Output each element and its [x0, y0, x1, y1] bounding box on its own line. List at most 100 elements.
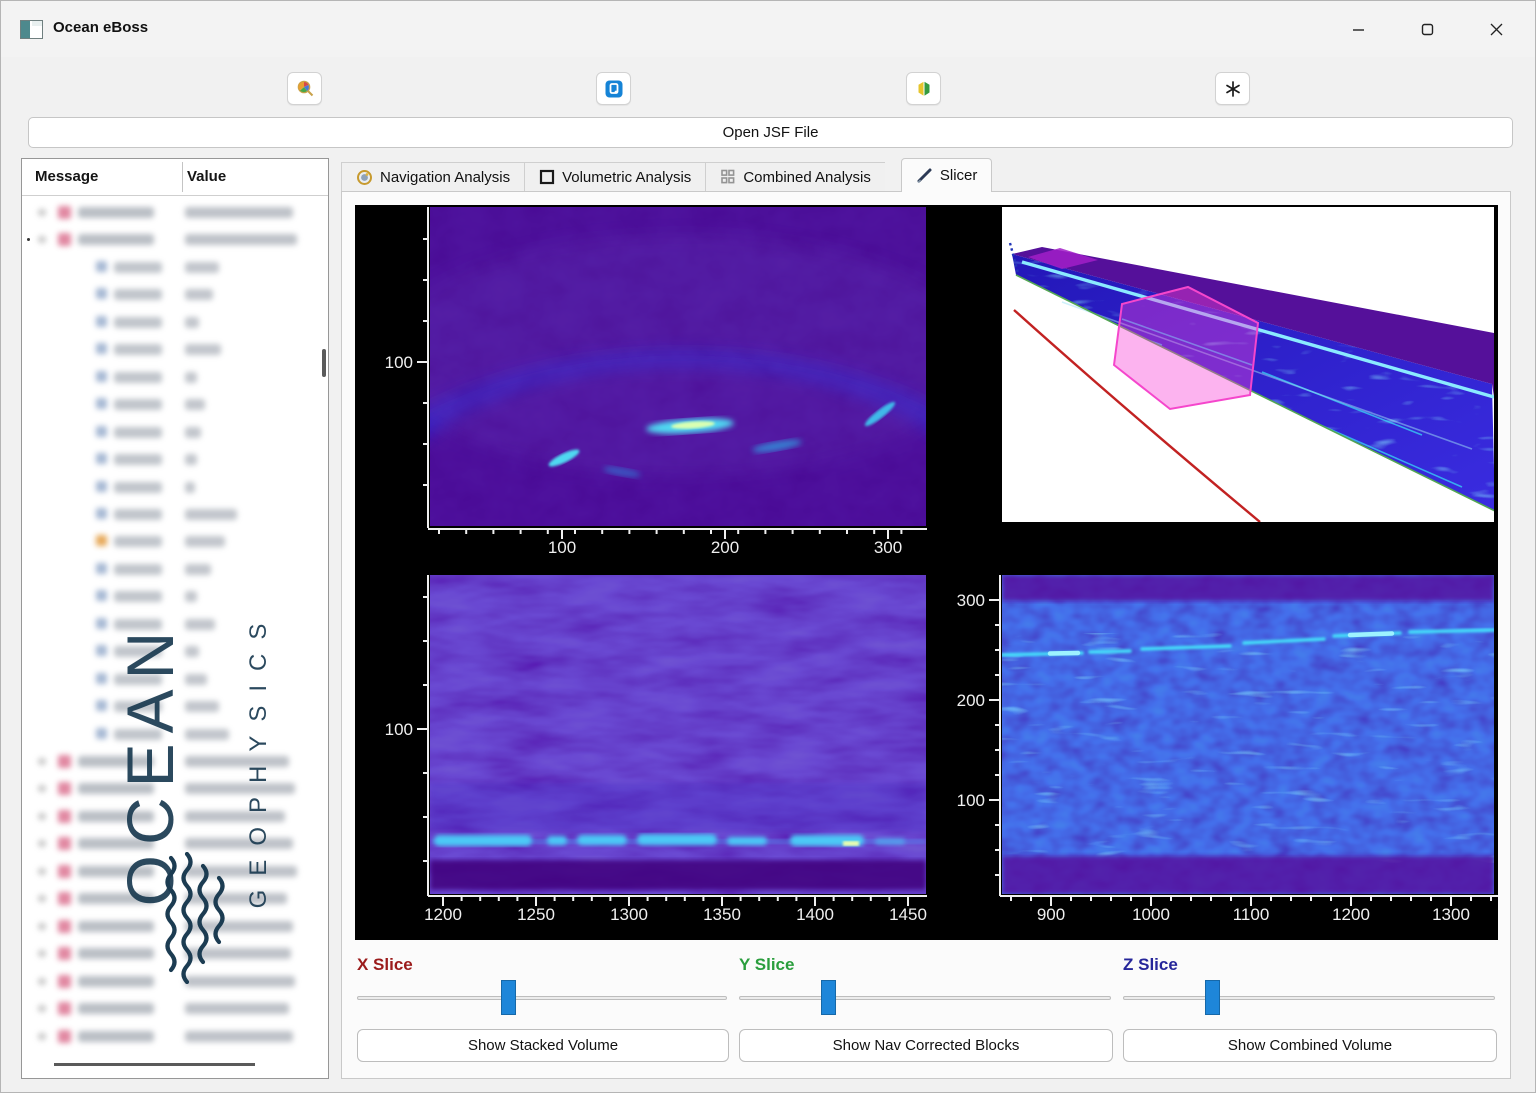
tab-combined-analysis[interactable]: Combined Analysis: [705, 162, 885, 192]
message-row-redacted[interactable]: [22, 858, 312, 885]
tab-label: Combined Analysis: [743, 169, 871, 186]
message-row-redacted[interactable]: [22, 199, 312, 226]
svg-text:100: 100: [385, 720, 413, 739]
application-window: Ocean eBoss: [0, 0, 1536, 1093]
svg-text:1200: 1200: [1332, 905, 1370, 924]
blue-document-button[interactable]: [596, 72, 631, 105]
message-row-redacted[interactable]: [22, 556, 312, 583]
slice-slider-track-z[interactable]: [1123, 996, 1495, 1000]
slice-slider-handle-x[interactable]: [501, 980, 516, 1015]
column-divider[interactable]: [182, 162, 183, 192]
asterisk-icon: [1224, 80, 1242, 98]
message-row-redacted[interactable]: [22, 254, 312, 281]
message-row-redacted[interactable]: [22, 391, 312, 418]
message-row-redacted[interactable]: [22, 1023, 312, 1050]
message-row-redacted[interactable]: [22, 446, 312, 473]
message-row-redacted[interactable]: [22, 748, 312, 775]
message-row-redacted[interactable]: [22, 638, 312, 665]
slice-label-x: X Slice: [357, 955, 413, 975]
svg-text:1350: 1350: [703, 905, 741, 924]
window-title: Ocean eBoss: [53, 19, 148, 36]
message-row-redacted[interactable]: [22, 775, 312, 802]
message-row-redacted[interactable]: [22, 885, 312, 912]
volume-3d-view[interactable]: [1002, 207, 1494, 522]
svg-text:100: 100: [385, 353, 413, 372]
title-bar: Ocean eBoss: [1, 1, 1535, 57]
svg-text:200: 200: [711, 538, 739, 557]
message-row-redacted[interactable]: [22, 583, 312, 610]
slice-slider-track-x[interactable]: [357, 996, 727, 1000]
blue-document-icon: [604, 79, 624, 99]
z-slice-plot[interactable]: 3002001009001000110012001300: [932, 573, 1498, 940]
svg-text:1450: 1450: [889, 905, 927, 924]
tab-navigation-analysis[interactable]: Navigation Analysis: [341, 162, 524, 192]
svg-text:1300: 1300: [610, 905, 648, 924]
message-row-redacted[interactable]: [22, 721, 312, 748]
color-search-button[interactable]: [287, 72, 322, 105]
analysis-tab-bar: Navigation Analysis Volumetric Analysis Co…: [341, 159, 992, 192]
message-row-redacted[interactable]: [22, 501, 312, 528]
beginner-mark-icon: [914, 79, 934, 99]
message-row-redacted[interactable]: [22, 364, 312, 391]
vertical-scrollbar-thumb[interactable]: [322, 349, 326, 377]
show-nav-corrected-blocks-button[interactable]: Show Nav Corrected Blocks: [739, 1029, 1113, 1062]
show-stacked-volume-button[interactable]: Show Stacked Volume: [357, 1029, 729, 1062]
column-header-value[interactable]: Value: [187, 168, 226, 185]
column-header-message[interactable]: Message: [35, 168, 98, 185]
message-row-redacted[interactable]: [22, 693, 312, 720]
message-row-redacted[interactable]: [22, 336, 312, 363]
show-combined-volume-button[interactable]: Show Combined Volume: [1123, 1029, 1497, 1062]
message-row-redacted[interactable]: [22, 940, 312, 967]
message-row-redacted[interactable]: [22, 309, 312, 336]
compass-icon: [356, 169, 373, 186]
message-row-redacted[interactable]: [22, 995, 312, 1022]
slice-slider-handle-z[interactable]: [1205, 980, 1220, 1015]
tab-label: Slicer: [940, 167, 978, 184]
slice-label-z: Z Slice: [1123, 955, 1178, 975]
svg-text:1000: 1000: [1132, 905, 1170, 924]
blocks-icon: [720, 169, 736, 185]
beam-slice-plot[interactable]: 100 100 200 300: [355, 205, 932, 573]
close-icon[interactable]: [1481, 15, 1511, 43]
svg-text:300: 300: [957, 591, 985, 610]
slice-plots-container: 100 100 200 300: [355, 205, 1498, 940]
message-row-redacted[interactable]: [22, 803, 312, 830]
message-row-redacted[interactable]: [22, 968, 312, 995]
slicer-tab-panel: 100 100 200 300: [341, 191, 1511, 1079]
svg-text:1200: 1200: [424, 905, 462, 924]
slicer-icon: [916, 167, 933, 184]
svg-text:200: 200: [957, 691, 985, 710]
message-row-redacted[interactable]: [22, 419, 312, 446]
svg-text:100: 100: [957, 791, 985, 810]
message-row-redacted[interactable]: [22, 666, 312, 693]
asterisk-button[interactable]: [1215, 72, 1250, 105]
open-jsf-file-button[interactable]: Open JSF File: [28, 117, 1513, 148]
cube-outline-icon: [539, 169, 555, 185]
svg-text:1400: 1400: [796, 905, 834, 924]
beginner-mark-button[interactable]: [906, 72, 941, 105]
svg-text:1250: 1250: [517, 905, 555, 924]
x-slice-plot[interactable]: 100 1200 1250 1300 1350 1400 1450: [355, 573, 932, 940]
message-log-panel: Message Value OCEAN GEOPHYSICS: [21, 158, 329, 1079]
tab-slicer[interactable]: Slicer: [901, 158, 993, 192]
slice-slider-track-y[interactable]: [739, 996, 1111, 1000]
message-row-redacted[interactable]: [22, 528, 312, 555]
message-row-redacted[interactable]: [22, 611, 312, 638]
color-search-icon: [295, 79, 315, 99]
svg-text:100: 100: [548, 538, 576, 557]
maximize-icon[interactable]: [1412, 15, 1442, 43]
slice-slider-handle-y[interactable]: [821, 980, 836, 1015]
message-row-redacted[interactable]: [22, 830, 312, 857]
app-icon: [20, 20, 43, 39]
message-row-redacted[interactable]: [22, 474, 312, 501]
tab-label: Volumetric Analysis: [562, 169, 691, 186]
svg-text:300: 300: [874, 538, 902, 557]
horizontal-scrollbar-thumb[interactable]: [54, 1063, 255, 1066]
message-row-redacted[interactable]: [22, 281, 312, 308]
message-panel-header: Message Value: [22, 159, 328, 195]
message-row-redacted[interactable]: [22, 226, 312, 253]
minimize-icon[interactable]: [1343, 15, 1373, 43]
message-row-redacted[interactable]: [22, 913, 312, 940]
tab-volumetric-analysis[interactable]: Volumetric Analysis: [524, 162, 705, 192]
svg-text:1100: 1100: [1233, 905, 1270, 924]
